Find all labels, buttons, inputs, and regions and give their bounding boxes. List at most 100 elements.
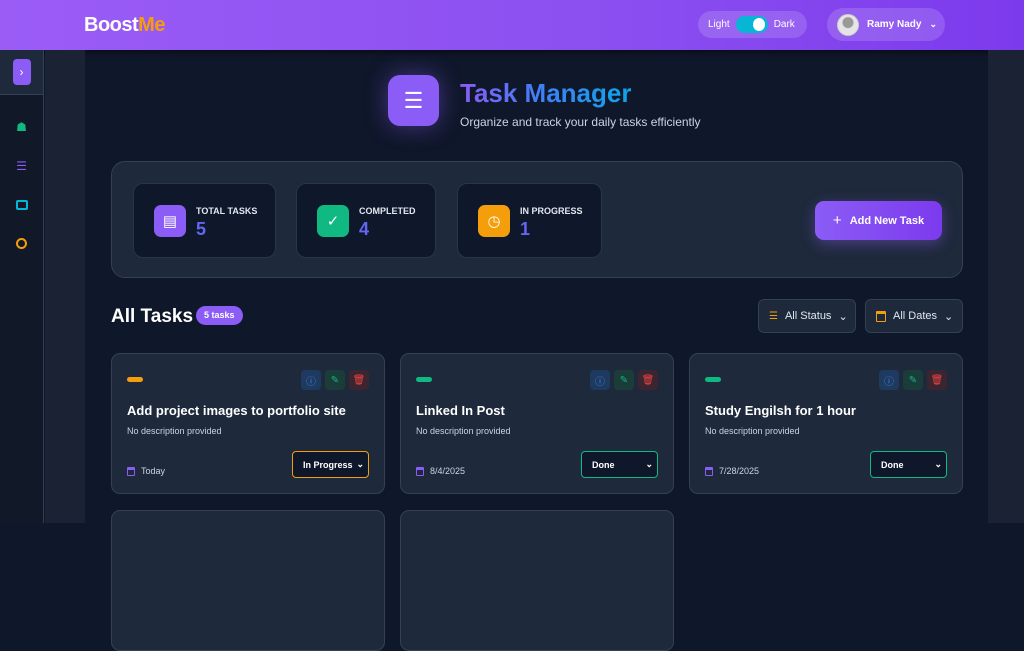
- task-card: [111, 510, 385, 651]
- chevron-down-icon: ⌄: [838, 310, 848, 323]
- clock-icon: ◷: [478, 205, 510, 237]
- stats-panel: ▤ TOTAL TASKS 5 ✓ COMPLETED 4 ◷ IN PROGR…: [111, 161, 963, 278]
- task-card: ⓘ ✎ 🗑 Linked In Post No description prov…: [400, 353, 674, 494]
- pencil-icon: ✎: [330, 374, 340, 386]
- user-name: Ramy Nady: [867, 19, 922, 30]
- priority-indicator: [127, 377, 143, 382]
- left-gutter: [45, 50, 85, 523]
- section-title: All Tasks: [111, 306, 194, 327]
- stat-value: 4: [359, 219, 370, 239]
- sidebar-item-timer[interactable]: [0, 224, 43, 263]
- stat-label: TOTAL TASKS: [196, 206, 258, 216]
- theme-light-label: Light: [708, 19, 730, 30]
- status-select[interactable]: Done ⌄: [581, 451, 658, 478]
- status-filter[interactable]: ☰ All Status ⌄: [758, 299, 856, 333]
- delete-button[interactable]: 🗑: [638, 370, 658, 390]
- delete-button[interactable]: 🗑: [927, 370, 947, 390]
- info-icon: ⓘ: [884, 376, 894, 388]
- info-button[interactable]: ⓘ: [590, 370, 610, 390]
- avatar: [837, 13, 859, 36]
- edit-button[interactable]: ✎: [614, 370, 634, 390]
- user-menu[interactable]: Ramy Nady ⌄: [827, 8, 945, 41]
- theme-dark-label: Dark: [773, 19, 795, 30]
- delete-button[interactable]: 🗑: [349, 370, 369, 390]
- logo[interactable]: BoostMe: [84, 14, 165, 37]
- task-count-badge: 5 tasks: [196, 306, 243, 325]
- pencil-icon: ✎: [619, 374, 629, 386]
- theme-switcher: Light Dark: [698, 11, 807, 38]
- task-title: Add project images to portfolio site: [127, 403, 346, 418]
- task-date: 7/28/2025: [705, 466, 759, 476]
- task-card: [400, 510, 674, 651]
- edit-button[interactable]: ✎: [325, 370, 345, 390]
- theme-toggle[interactable]: [735, 16, 768, 33]
- task-description: No description provided: [127, 426, 222, 436]
- chevron-down-icon: ⌄: [645, 459, 653, 469]
- task-date-value: 8/4/2025: [430, 466, 466, 476]
- pencil-icon: ✎: [908, 374, 918, 386]
- status-select[interactable]: In Progress ⌄: [292, 451, 369, 478]
- task-list-icon: ☰: [388, 75, 439, 126]
- status-filter-value: All Status: [784, 310, 832, 322]
- trash-icon: 🗑: [352, 374, 366, 386]
- stat-label: IN PROGRESS: [520, 206, 583, 216]
- add-new-task-label: Add New Task: [849, 214, 925, 227]
- chevron-down-icon: ⌄: [944, 310, 954, 323]
- task-date-value: 7/28/2025: [719, 466, 760, 476]
- page-subtitle: Organize and track your daily tasks effi…: [460, 115, 701, 129]
- clipboard-icon: ▤: [154, 205, 186, 237]
- chevron-down-icon: ⌄: [356, 459, 364, 469]
- task-description: No description provided: [416, 426, 511, 436]
- home-icon: ☗: [16, 119, 27, 134]
- calendar-icon: [15, 199, 28, 210]
- right-gutter: [988, 50, 1024, 523]
- sidebar: › ☗ ☰: [0, 50, 44, 523]
- stat-label: COMPLETED: [359, 206, 416, 216]
- edit-button[interactable]: ✎: [903, 370, 923, 390]
- timer-icon: [16, 238, 27, 249]
- calendar-icon: [876, 310, 886, 322]
- chevron-down-icon: ⌄: [934, 459, 942, 469]
- info-button[interactable]: ⓘ: [879, 370, 899, 390]
- sidebar-expand-button[interactable]: ›: [12, 59, 31, 85]
- task-card: ⓘ ✎ 🗑 Add project images to portfolio si…: [111, 353, 385, 494]
- chevron-down-icon: ⌄: [929, 19, 938, 29]
- stat-value: 1: [520, 219, 531, 239]
- page-title: Task Manager: [460, 78, 632, 108]
- calendar-icon: [127, 466, 135, 476]
- list-icon: ☰: [769, 310, 778, 322]
- top-header: BoostMe Light Dark Ramy Nady ⌄: [0, 0, 1024, 50]
- sidebar-item-tasks[interactable]: ☰: [0, 146, 43, 185]
- info-button[interactable]: ⓘ: [301, 370, 321, 390]
- stat-value: 5: [196, 219, 207, 239]
- stat-in-progress: ◷ IN PROGRESS 1: [457, 183, 602, 258]
- calendar-icon: [705, 466, 713, 476]
- status-value: Done: [881, 459, 904, 470]
- add-new-task-button[interactable]: + Add New Task: [815, 201, 942, 240]
- date-filter-value: All Dates: [893, 310, 938, 322]
- logo-main: Boost: [84, 14, 139, 36]
- date-filter[interactable]: All Dates ⌄: [865, 299, 963, 333]
- calendar-icon: [416, 466, 424, 476]
- trash-icon: 🗑: [930, 374, 944, 386]
- task-card: ⓘ ✎ 🗑 Study Engilsh for 1 hour No descri…: [689, 353, 963, 494]
- stat-total-tasks: ▤ TOTAL TASKS 5: [133, 183, 276, 258]
- logo-accent: Me: [138, 14, 165, 36]
- status-value: Done: [592, 459, 615, 470]
- priority-indicator: [416, 377, 432, 382]
- status-value: In Progress: [303, 459, 353, 470]
- task-description: No description provided: [705, 426, 800, 436]
- sidebar-item-calendar[interactable]: [0, 185, 43, 224]
- sidebar-item-home[interactable]: ☗: [0, 107, 43, 146]
- task-date: Today: [127, 466, 165, 476]
- task-date: 8/4/2025: [416, 466, 465, 476]
- info-icon: ⓘ: [595, 376, 605, 388]
- stat-completed: ✓ COMPLETED 4: [296, 183, 436, 258]
- list-icon: ☰: [16, 158, 27, 173]
- check-circle-icon: ✓: [317, 205, 349, 237]
- task-title: Linked In Post: [416, 403, 505, 418]
- plus-icon: +: [832, 212, 842, 229]
- priority-indicator: [705, 377, 721, 382]
- status-select[interactable]: Done ⌄: [870, 451, 947, 478]
- info-icon: ⓘ: [306, 376, 316, 388]
